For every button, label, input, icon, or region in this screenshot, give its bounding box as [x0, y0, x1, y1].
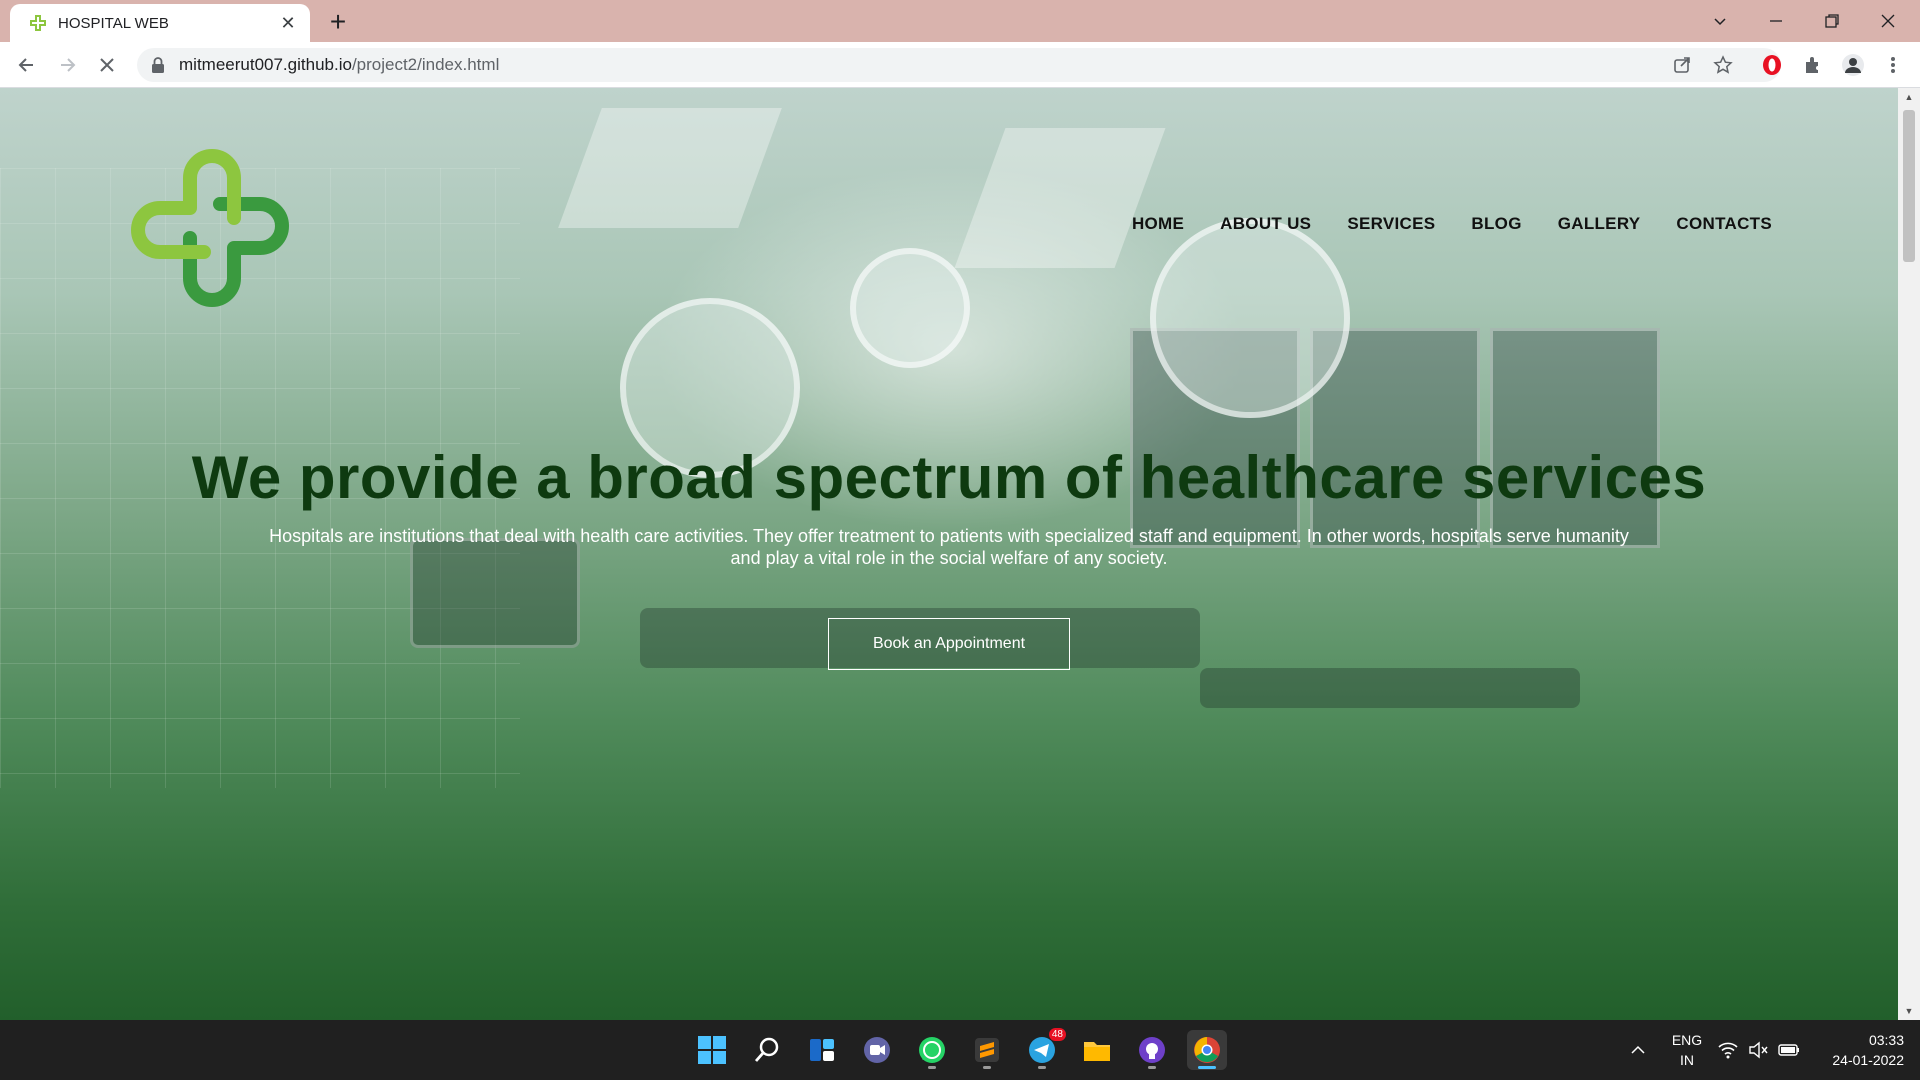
running-indicator	[928, 1066, 936, 1069]
hero-section: HOME ABOUT US SERVICES BLOG GALLERY CONT…	[0, 88, 1898, 1020]
browser-toolbar: mitmeerut007.github.io/project2/index.ht…	[0, 42, 1920, 88]
profile-avatar[interactable]	[1838, 50, 1868, 80]
hero-title: We provide a broad spectrum of healthcar…	[191, 444, 1707, 511]
scroll-up-arrow-icon[interactable]: ▲	[1898, 88, 1920, 106]
tab-title: HOSPITAL WEB	[58, 14, 169, 32]
hero-description-line2: and play a vital role in the social welf…	[730, 548, 1168, 568]
background-window	[1490, 328, 1660, 548]
back-arrow-icon[interactable]	[12, 50, 42, 80]
language-region: IN	[1680, 1052, 1694, 1068]
telegram-unread-badge: 48	[1048, 1028, 1066, 1041]
url-text: mitmeerut007.github.io/project2/index.ht…	[179, 55, 499, 75]
stop-loading-icon[interactable]	[92, 50, 122, 80]
hero-description: Hospitals are institutions that deal wit…	[230, 525, 1668, 569]
show-hidden-icons-chevron-icon[interactable]	[1630, 1020, 1646, 1080]
forward-arrow-icon[interactable]	[52, 50, 82, 80]
address-bar[interactable]: mitmeerut007.github.io/project2/index.ht…	[137, 48, 1781, 82]
teams-chat-icon[interactable]	[857, 1030, 897, 1070]
language-code: ENG	[1671, 1032, 1703, 1048]
search-icon[interactable]	[747, 1030, 787, 1070]
scroll-thumb[interactable]	[1903, 110, 1915, 262]
running-indicator	[1148, 1066, 1156, 1069]
tab-close-icon[interactable]: ✕	[278, 13, 298, 34]
equipment-cart	[1200, 668, 1580, 708]
bookmark-star-icon[interactable]	[1708, 50, 1738, 80]
browser-tab[interactable]: HOSPITAL WEB ✕	[10, 4, 310, 42]
lock-icon	[152, 57, 164, 73]
nav-services[interactable]: SERVICES	[1347, 214, 1435, 234]
url-host: mitmeerut007.github.io	[179, 55, 352, 74]
chrome-menu-icon[interactable]	[1878, 50, 1908, 80]
chrome-taskbar-icon[interactable]	[1187, 1030, 1227, 1070]
active-app-indicator	[1198, 1066, 1216, 1069]
surgical-lamp	[850, 248, 970, 368]
new-tab-button[interactable]: +	[322, 6, 354, 38]
restore-icon[interactable]	[1804, 0, 1860, 42]
file-explorer-icon[interactable]	[1077, 1030, 1117, 1070]
extensions-puzzle-icon[interactable]	[1797, 50, 1827, 80]
surgical-lamp	[1150, 218, 1350, 418]
opera-extension-icon[interactable]	[1757, 50, 1787, 80]
nav-blog[interactable]: BLOG	[1471, 214, 1521, 234]
ceiling-light-panel	[954, 128, 1166, 268]
hospital-favicon-icon	[30, 15, 46, 31]
clock-time: 03:33	[1868, 1032, 1904, 1048]
battery-charging-icon[interactable]	[1778, 1020, 1800, 1080]
site-navigation: HOME ABOUT US SERVICES BLOG GALLERY CONT…	[1132, 214, 1772, 234]
url-path: /project2/index.html	[351, 55, 500, 74]
nav-home[interactable]: HOME	[1132, 214, 1184, 234]
telegram-icon[interactable]: 48	[1022, 1028, 1066, 1070]
widgets-icon[interactable]	[802, 1030, 842, 1070]
github-desktop-icon[interactable]	[1132, 1030, 1172, 1070]
running-indicator	[983, 1066, 991, 1069]
tab-search-icon[interactable]	[1692, 0, 1748, 42]
ceiling-light-panel	[558, 108, 782, 228]
windows-taskbar: 48 ENG IN 03:33 24-01-2022	[0, 1020, 1920, 1080]
volume-muted-icon[interactable]	[1748, 1020, 1768, 1080]
nav-contacts[interactable]: CONTACTS	[1676, 214, 1772, 234]
whatsapp-icon[interactable]	[912, 1030, 952, 1070]
nav-gallery[interactable]: GALLERY	[1558, 214, 1641, 234]
windows-start-icon[interactable]	[692, 1030, 732, 1070]
share-icon[interactable]	[1667, 50, 1697, 80]
language-indicator[interactable]: ENG IN	[1668, 1030, 1706, 1070]
scroll-down-arrow-icon[interactable]: ▼	[1898, 1002, 1920, 1020]
wifi-icon[interactable]	[1718, 1020, 1738, 1080]
tab-strip: HOSPITAL WEB ✕ +	[0, 0, 1920, 42]
clock-date: 24-01-2022	[1832, 1052, 1904, 1068]
running-indicator	[1038, 1066, 1046, 1069]
sublime-text-icon[interactable]	[967, 1030, 1007, 1070]
hero-description-line1: Hospitals are institutions that deal wit…	[269, 526, 1629, 546]
page-scrollbar[interactable]: ▲ ▼	[1898, 88, 1920, 1020]
hospital-logo-icon	[131, 149, 289, 307]
book-appointment-button[interactable]: Book an Appointment	[828, 618, 1070, 670]
minimize-icon[interactable]	[1748, 0, 1804, 42]
close-window-icon[interactable]	[1860, 0, 1916, 42]
system-clock[interactable]: 03:33 24-01-2022	[1812, 1030, 1904, 1070]
nav-about-us[interactable]: ABOUT US	[1220, 214, 1311, 234]
